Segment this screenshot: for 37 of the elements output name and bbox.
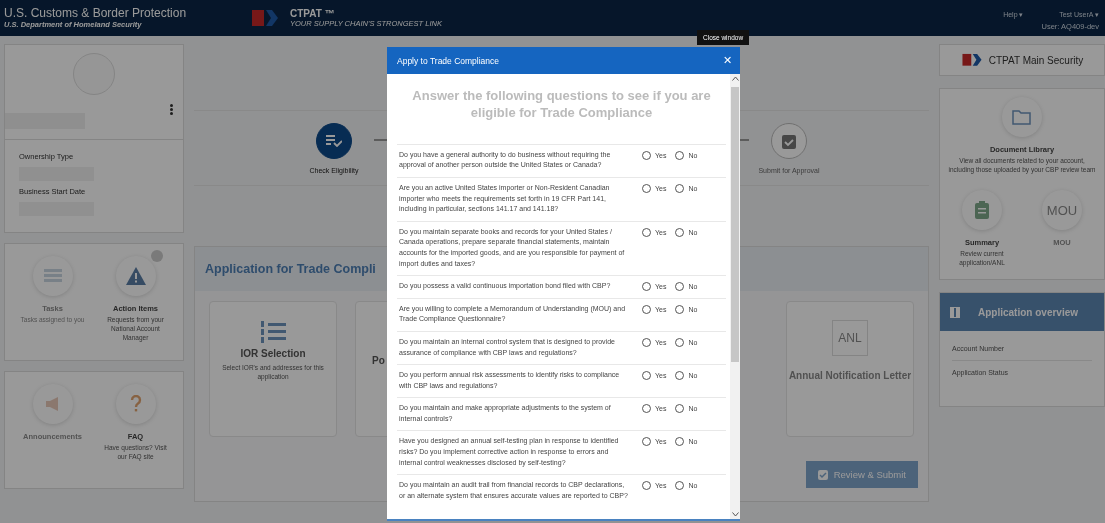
ctpat-logo — [960, 51, 983, 69]
chevron-down-icon[interactable] — [731, 512, 739, 517]
dialog-heading: Answer the following questions to see if you are eligible for Trade Compliance — [411, 87, 712, 122]
overview-title: Application overview — [978, 306, 1079, 318]
program-name: CTPAT Main Security — [988, 54, 1084, 66]
scroll-thumb[interactable] — [731, 87, 739, 362]
step-circle[interactable] — [771, 122, 807, 159]
folder-icon — [1012, 109, 1032, 125]
tile-button[interactable] — [32, 384, 73, 425]
more-icon[interactable] — [170, 104, 173, 115]
tile-button[interactable] — [32, 256, 73, 296]
tile-button[interactable] — [115, 256, 156, 296]
clipboard-icon — [975, 201, 989, 220]
tile-button[interactable] — [962, 190, 1002, 231]
check-icon — [817, 469, 828, 480]
count-badge — [151, 250, 163, 262]
tile-title: Annual Notification Letter — [788, 369, 912, 382]
checklist-icon — [326, 134, 342, 147]
tile-badge: ANL — [832, 320, 868, 356]
mou-label: MOU — [1046, 202, 1078, 218]
numbered-list-icon — [260, 320, 286, 344]
chevron-up-icon[interactable] — [731, 76, 739, 81]
list-icon — [43, 268, 62, 284]
agency-name: U.S. Customs & Border Protection — [4, 7, 188, 20]
panel-title: Application for Trade Compli — [205, 262, 376, 276]
tile-title: IOR Selection — [240, 347, 306, 360]
close-button[interactable]: ✕ — [723, 54, 732, 67]
tile-button[interactable] — [1002, 97, 1042, 137]
tile-button[interactable] — [115, 384, 156, 425]
clipboard-check-icon — [782, 132, 796, 149]
brand-name: CTPAT ™ — [290, 8, 336, 19]
dialog-title: Apply to Trade Compliance — [397, 55, 500, 66]
tile-title: Po — [372, 354, 385, 367]
book-icon — [950, 306, 960, 318]
step-circle[interactable] — [316, 122, 352, 159]
warning-icon — [125, 267, 146, 285]
question-icon — [129, 395, 142, 414]
